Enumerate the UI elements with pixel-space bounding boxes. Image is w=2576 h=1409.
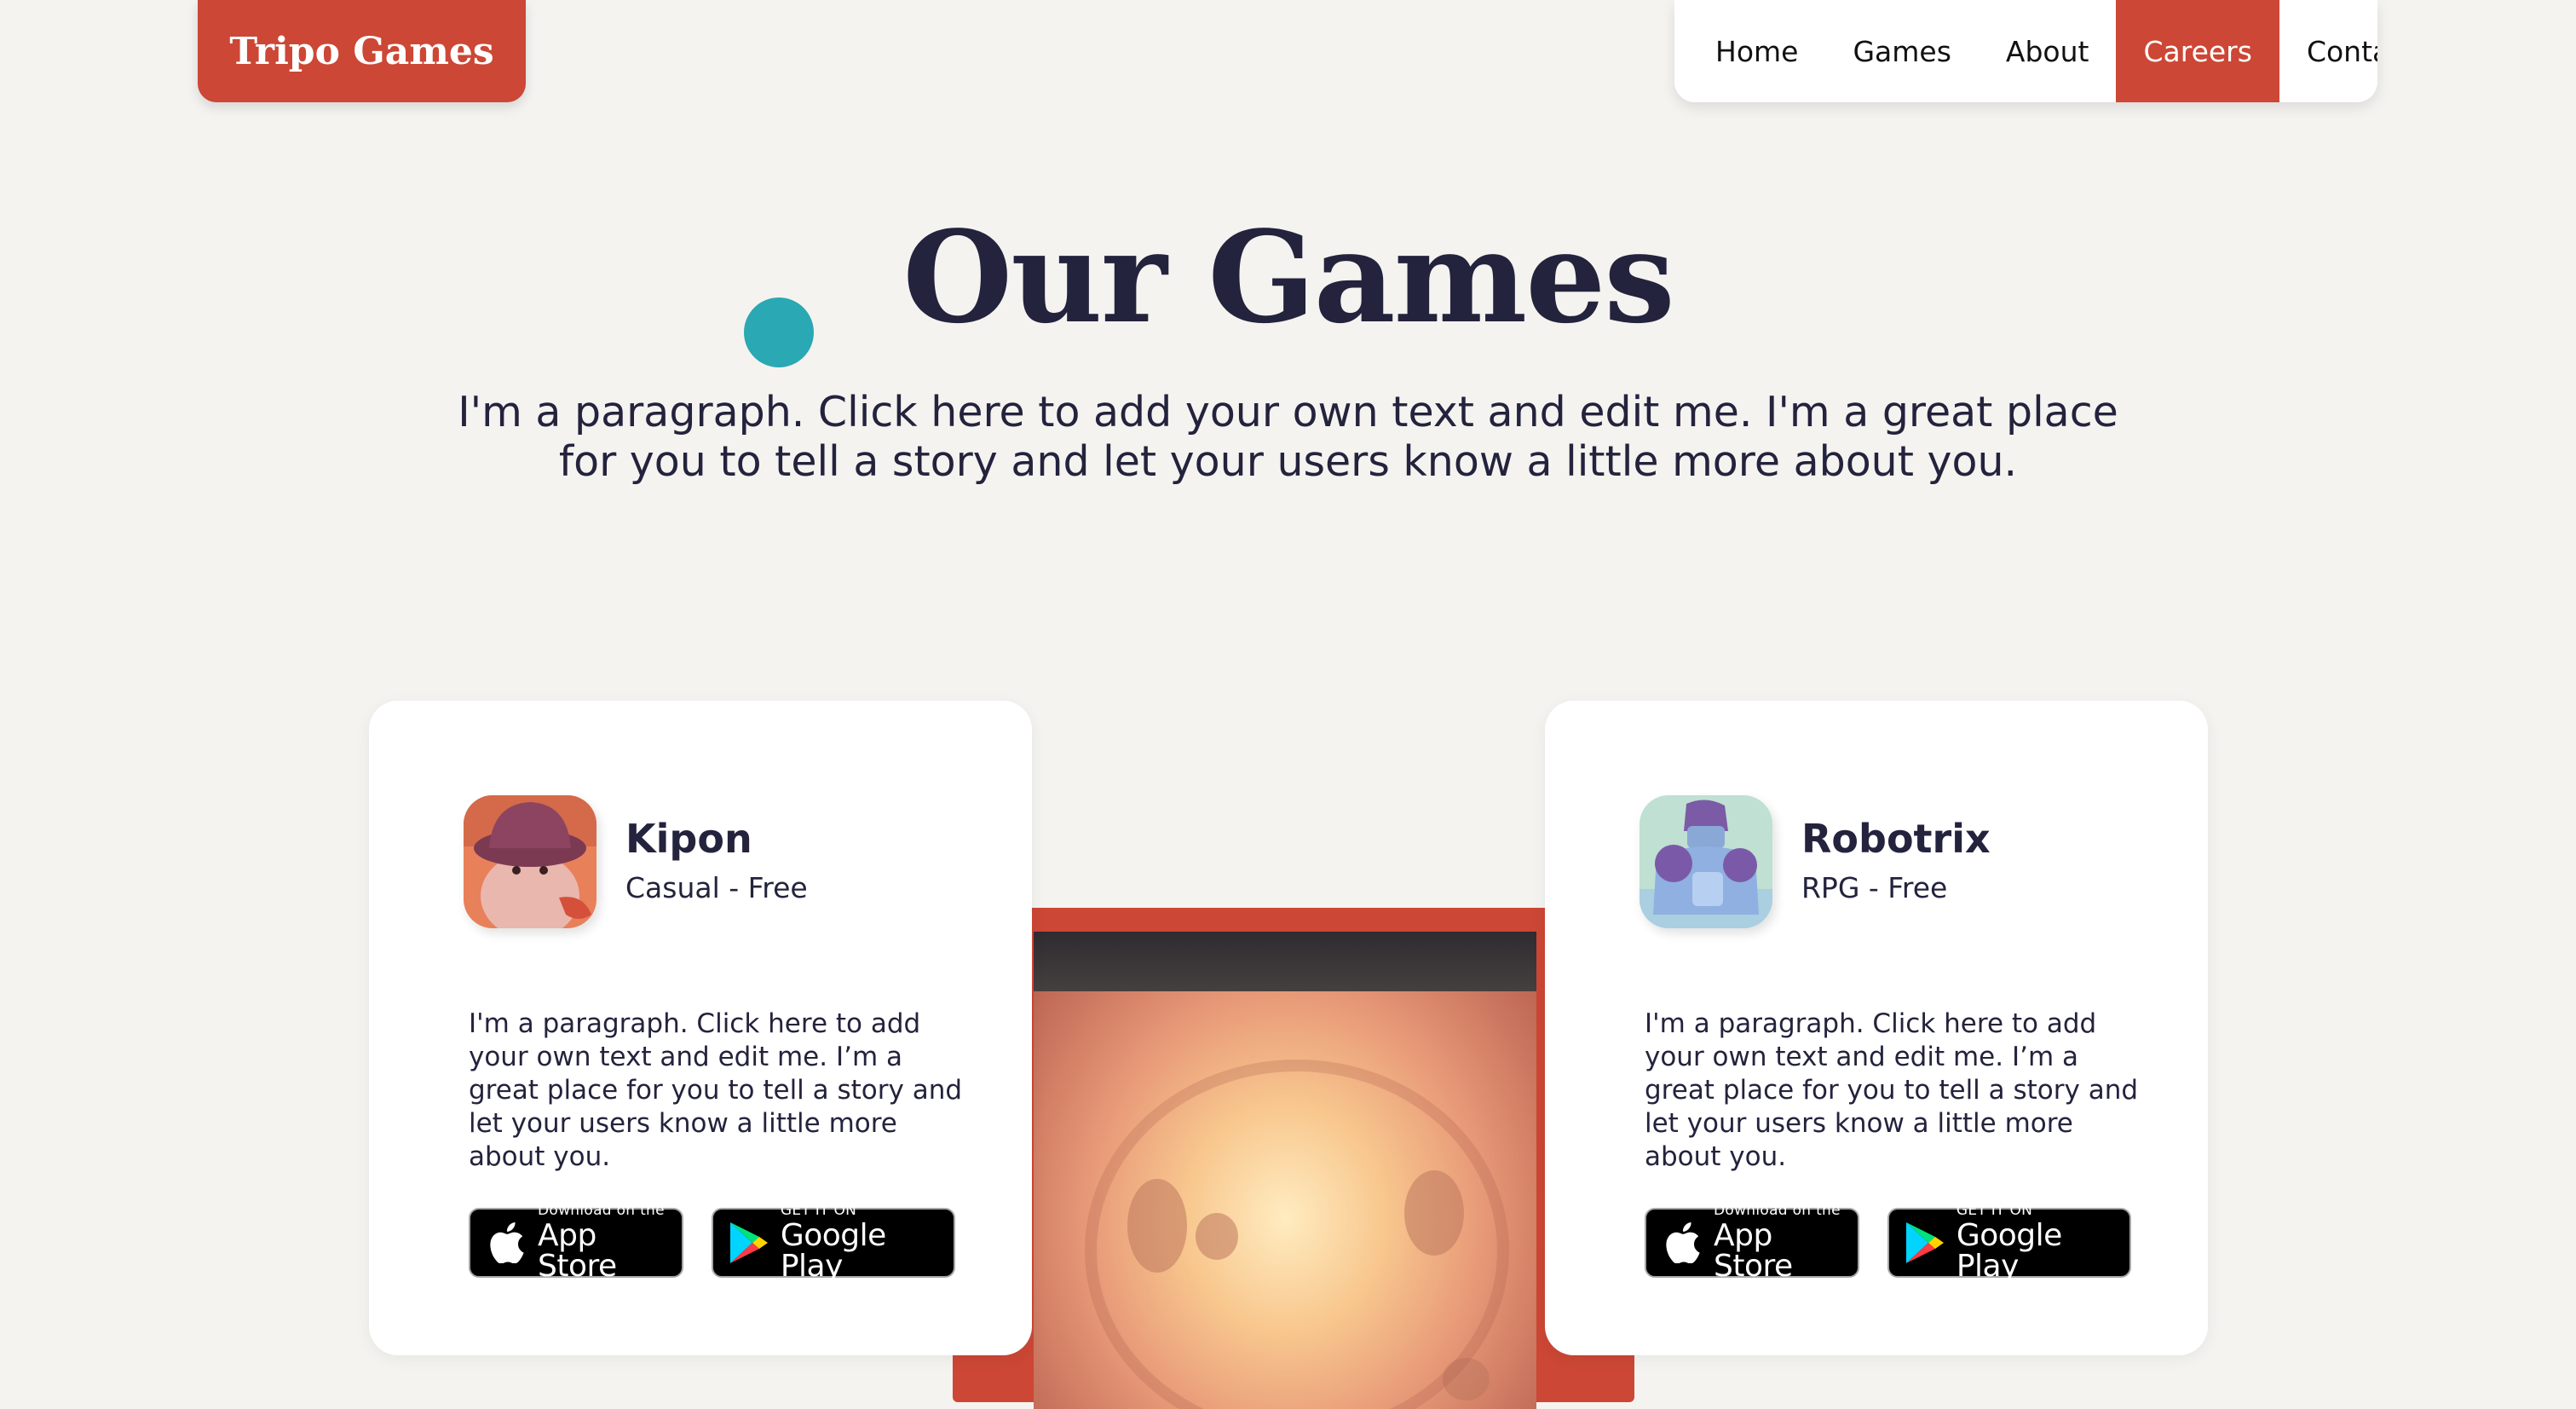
apple-icon — [486, 1219, 527, 1267]
hero-paragraph: I'm a paragraph. Click here to add your … — [458, 388, 2118, 486]
badge-big-text: App Store — [1714, 1218, 1793, 1284]
badge-small-text: Download on the — [1714, 1202, 1841, 1219]
badge-big-text: App Store — [538, 1218, 617, 1284]
google-play-icon — [1905, 1219, 1946, 1267]
app-store-badge[interactable]: Download on the App Store — [1645, 1204, 1859, 1282]
app-store-badge[interactable]: Download on the App Store — [469, 1204, 683, 1282]
robotrix-app-icon[interactable] — [1640, 795, 1772, 928]
page-title: Our Games — [902, 203, 1674, 351]
phone-top-bar — [1034, 932, 1536, 991]
nav-about[interactable]: About — [1979, 0, 2117, 102]
nav-games[interactable]: Games — [1825, 0, 1978, 102]
google-play-badge[interactable]: GET IT ON Google Play — [712, 1204, 955, 1282]
badge-small-text: GET IT ON — [1956, 1202, 2033, 1219]
game-card-kipon: Kipon Casual - Free I'm a paragraph. Cli… — [369, 701, 1032, 1355]
game-card-robotrix: Robotrix RPG - Free I'm a paragraph. Cli… — [1545, 701, 2208, 1355]
badge-small-text: GET IT ON — [780, 1202, 857, 1219]
nav-home[interactable]: Home — [1688, 0, 1825, 102]
game-title: Kipon — [625, 816, 752, 862]
game-genre: RPG - Free — [1801, 871, 1948, 904]
badge-big-text: Google Play — [780, 1218, 886, 1284]
main-nav: Home Games About Careers Contact — [1674, 0, 2377, 102]
nav-careers[interactable]: Careers — [2116, 0, 2279, 102]
badge-big-text: Google Play — [1956, 1218, 2062, 1284]
google-play-icon — [729, 1219, 770, 1267]
game-screenshot — [1034, 932, 1536, 1409]
apple-icon — [1662, 1219, 1703, 1267]
robotrix-icon — [1640, 795, 1772, 928]
game-description: I'm a paragraph. Click here to add your … — [469, 1008, 963, 1172]
screen-ring — [1085, 1060, 1509, 1409]
kipon-app-icon[interactable] — [464, 795, 596, 928]
game-genre: Casual - Free — [625, 871, 808, 904]
badge-small-text: Download on the — [538, 1202, 665, 1219]
kipon-icon — [464, 795, 596, 928]
site-logo[interactable]: Tripo Games — [198, 0, 526, 102]
game-description: I'm a paragraph. Click here to add your … — [1645, 1008, 2139, 1172]
nav-contact[interactable]: Contact — [2279, 0, 2377, 102]
phone-mockup — [953, 908, 1634, 1409]
game-title: Robotrix — [1801, 816, 1991, 862]
google-play-badge[interactable]: GET IT ON Google Play — [1887, 1204, 2131, 1282]
